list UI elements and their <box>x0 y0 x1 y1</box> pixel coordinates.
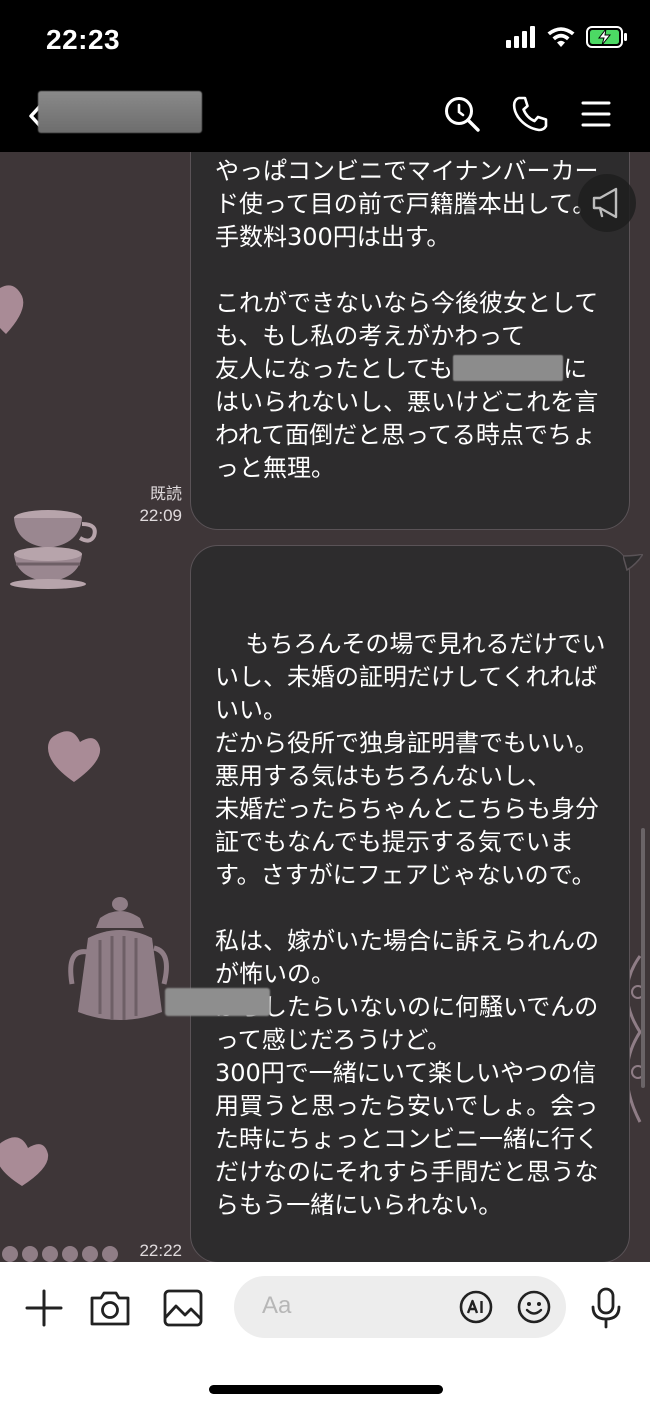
search-icon[interactable] <box>442 94 482 134</box>
message-time: 22:22 <box>139 1241 182 1260</box>
teapot-decoration-icon <box>68 897 169 1020</box>
chat-header <box>0 80 650 152</box>
status-time: 22:23 <box>46 24 121 55</box>
heart-decoration-icon <box>0 285 24 334</box>
message-time: 22:09 <box>139 506 182 525</box>
message-meta: 既読 22:09 <box>122 484 182 526</box>
battery-charging-icon <box>586 26 627 48</box>
teacup-decoration-icon <box>10 510 97 589</box>
plus-icon[interactable] <box>22 1286 66 1330</box>
image-icon[interactable] <box>161 1286 205 1330</box>
input-placeholder: Aa <box>262 1292 292 1319</box>
chat-area[interactable]: やっぱコンビニでマイナンバーカード使って目の前で戸籍謄本出して。 手数料300円… <box>0 152 650 1262</box>
lace-decoration-icon <box>2 1246 118 1262</box>
status-bar: 22:23 <box>0 0 650 80</box>
heart-decoration-icon <box>0 1137 49 1186</box>
message-input[interactable]: Aa <box>234 1276 566 1338</box>
cellular-signal-icon <box>506 26 535 48</box>
heart-decoration-icon <box>48 731 101 782</box>
sent-message-bubble[interactable]: やっぱコンビニでマイナンバーカード使って目の前で戸籍謄本出して。 手数料300円… <box>190 152 630 530</box>
announcement-button[interactable] <box>578 174 636 232</box>
read-receipt: 既読 <box>149 486 182 503</box>
redacted-name <box>165 988 270 1016</box>
emoji-icon[interactable] <box>516 1289 552 1325</box>
microphone-icon[interactable] <box>584 1286 628 1330</box>
message-input-bar: Aa <box>0 1262 650 1409</box>
message-text: やっぱコンビニでマイナンバーカード使って目の前で戸籍謄本出して。 手数料300円… <box>215 157 599 383</box>
home-indicator <box>209 1385 443 1394</box>
phone-icon[interactable] <box>510 94 550 134</box>
ai-icon[interactable] <box>458 1289 494 1325</box>
camera-icon[interactable] <box>88 1286 132 1330</box>
megaphone-icon <box>592 187 618 219</box>
message-meta: 22:22 <box>122 1240 182 1261</box>
sent-message-bubble[interactable]: もちろんその場で見れるだけでいいし、未婚の証明だけしてくれればいい。 だから役所… <box>190 545 643 1262</box>
wifi-icon <box>547 27 575 47</box>
redacted-name <box>453 355 564 381</box>
scrollbar[interactable] <box>641 828 645 1088</box>
contact-name-redacted <box>38 91 202 133</box>
bubble-tail <box>623 554 643 572</box>
status-icons <box>506 26 628 48</box>
hamburger-menu-icon[interactable] <box>576 94 616 134</box>
message-text: もちろんその場で見れるだけでいいし、未婚の証明だけしてくれればいい。 だから役所… <box>215 630 606 1219</box>
